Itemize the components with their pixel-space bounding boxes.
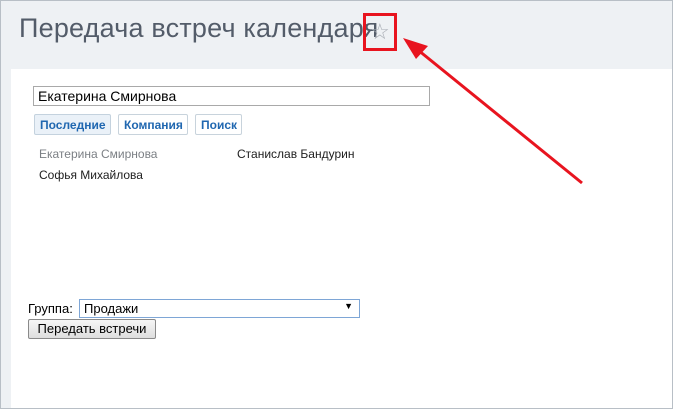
group-select[interactable]: Продажи ▼ — [79, 299, 360, 318]
tab-recent[interactable]: Последние — [34, 114, 111, 135]
favorite-highlight-box: ☆ — [363, 13, 397, 51]
person-item[interactable]: Софья Михайлова — [39, 168, 143, 182]
tab-company[interactable]: Компания — [118, 114, 188, 135]
user-search-input[interactable] — [33, 86, 430, 106]
main-content: Последние Компания Поиск Екатерина Смирн… — [11, 69, 672, 408]
app-window: Передача встреч календаря ☆ Последние Ко… — [0, 0, 673, 409]
star-icon[interactable]: ☆ — [370, 19, 390, 45]
group-label: Группа: — [28, 301, 73, 316]
caret-down-icon: ▼ — [344, 301, 353, 311]
person-item[interactable]: Екатерина Смирнова — [39, 147, 157, 161]
person-item[interactable]: Станислав Бандурин — [237, 147, 354, 161]
page-title: Передача встреч календаря — [19, 13, 379, 43]
tab-search[interactable]: Поиск — [195, 114, 242, 135]
transfer-meetings-button[interactable]: Передать встречи — [28, 319, 156, 339]
group-selected-value: Продажи — [84, 301, 139, 316]
page-header: Передача встреч календаря ☆ — [1, 1, 672, 69]
